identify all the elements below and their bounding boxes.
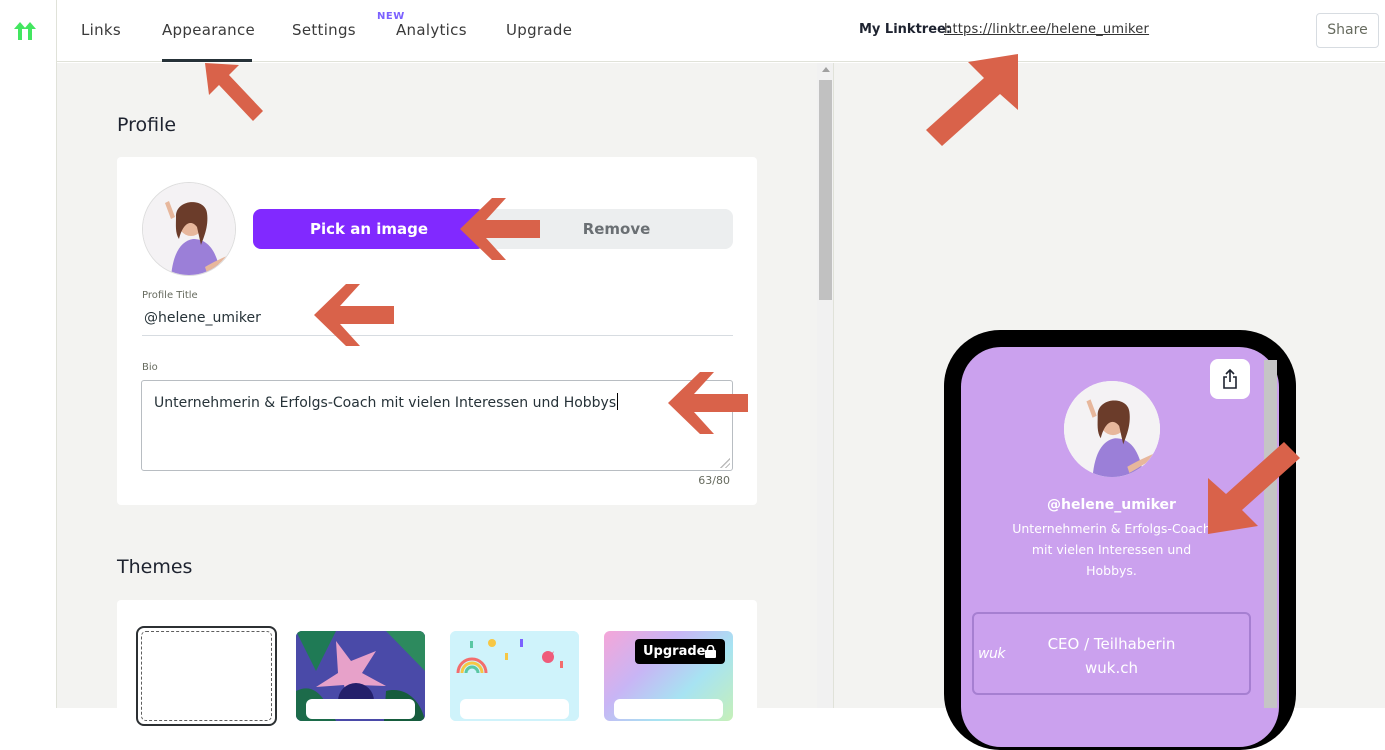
tab-settings[interactable]: Settings bbox=[292, 21, 356, 39]
tab-analytics[interactable]: Analytics bbox=[396, 21, 467, 39]
tab-upgrade[interactable]: Upgrade bbox=[506, 21, 572, 39]
top-navigation: Links Appearance Settings NEW Analytics … bbox=[57, 0, 834, 62]
phone-scrollbar bbox=[1264, 360, 1277, 708]
bio-character-counter: 63/80 bbox=[698, 474, 730, 487]
lock-icon bbox=[705, 645, 716, 658]
tab-links[interactable]: Links bbox=[81, 21, 121, 39]
upgrade-badge-label: Upgrade bbox=[643, 644, 706, 659]
preview-link-title-line1: CEO / Teilhaberin bbox=[1047, 635, 1176, 653]
preview-link-title-line2: wuk.ch bbox=[1085, 659, 1138, 677]
scroll-thumb[interactable] bbox=[819, 80, 832, 300]
preview-avatar bbox=[1064, 381, 1160, 477]
preview-profile-photo-icon bbox=[1064, 381, 1160, 477]
avatar[interactable] bbox=[142, 182, 236, 276]
share-button[interactable]: Share bbox=[1316, 13, 1379, 48]
remove-image-button[interactable]: Remove bbox=[500, 209, 733, 249]
upgrade-badge[interactable]: Upgrade bbox=[635, 639, 725, 664]
bio-text: Unternehmerin & Erfolgs-Coach mit vielen… bbox=[154, 395, 617, 411]
theme-preview-pill bbox=[306, 699, 415, 719]
theme-preview-pill bbox=[460, 699, 569, 719]
logo-column bbox=[0, 0, 57, 708]
preview-link-logo: wuk bbox=[978, 646, 1005, 662]
preview-name: @helene_umiker bbox=[1047, 497, 1176, 513]
tab-appearance[interactable]: Appearance bbox=[162, 21, 255, 39]
bio-label: Bio bbox=[142, 362, 158, 373]
share-icon bbox=[1223, 368, 1237, 389]
pick-image-button[interactable]: Pick an image bbox=[253, 209, 485, 249]
themes-section-title: Themes bbox=[117, 556, 193, 578]
profile-title-input[interactable]: @helene_umiker bbox=[142, 305, 733, 336]
my-linktree-label: My Linktree: bbox=[859, 22, 952, 37]
active-tab-indicator bbox=[162, 59, 252, 62]
preview-link-title: CEO / Teilhaberin wuk.ch bbox=[1015, 632, 1208, 680]
linktree-logo-icon[interactable] bbox=[13, 19, 37, 43]
profile-section-title: Profile bbox=[117, 114, 177, 136]
bio-textarea[interactable]: Unternehmerin & Erfolgs-Coach mit vielen… bbox=[141, 380, 733, 471]
my-linktree-url-link[interactable]: https://linktr.ee/helene_umiker bbox=[944, 22, 1149, 37]
theme-preview-pill bbox=[614, 699, 723, 719]
preview-bio: Unternehmerin & Erfolgs-Coach mit vielen… bbox=[1012, 521, 1211, 578]
text-caret bbox=[617, 393, 619, 410]
resize-handle-icon[interactable] bbox=[720, 458, 730, 468]
profile-title-label: Profile Title bbox=[142, 290, 198, 301]
profile-photo-icon bbox=[143, 183, 235, 275]
preview-share-button[interactable] bbox=[1210, 359, 1250, 399]
scroll-up-icon[interactable] bbox=[822, 67, 830, 72]
